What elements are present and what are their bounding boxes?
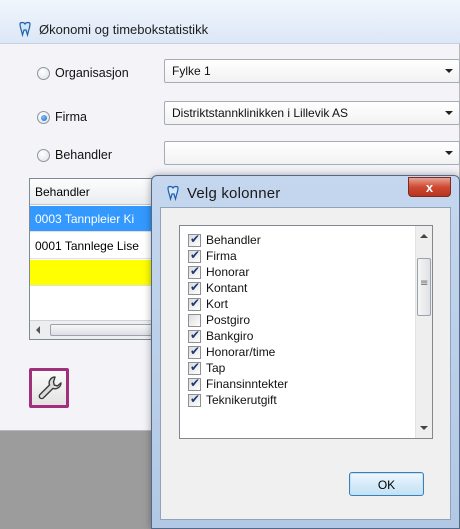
grid-cell: 0003 Tannpleier Ki (35, 212, 135, 226)
ok-button[interactable]: OK (349, 472, 424, 496)
close-icon: x (425, 180, 434, 195)
checkbox[interactable] (188, 328, 201, 343)
organisasjon-label: Organisasjon (55, 66, 129, 80)
checkbox[interactable] (188, 344, 201, 359)
scroll-thumb[interactable] (417, 258, 431, 316)
column-label: Bankgiro (206, 329, 254, 343)
chevron-down-icon (445, 151, 453, 155)
dialog-body: Behandler Firma Honorar Kontant Kort Pos… (160, 207, 451, 520)
column-label: Kort (206, 297, 229, 311)
chevron-down-icon (445, 111, 453, 115)
dialog-title: Velg kolonner (187, 185, 281, 202)
column-label: Kontant (206, 281, 248, 295)
scroll-up-icon[interactable] (420, 234, 428, 238)
organisasjon-radio[interactable] (37, 67, 50, 80)
checkbox[interactable] (188, 232, 201, 247)
behandler-radio[interactable] (37, 149, 50, 162)
checkbox[interactable] (188, 280, 201, 295)
firma-select[interactable]: Distriktstannklinikken i Lillevik AS (164, 101, 460, 125)
column-label: Teknikerutgift (206, 393, 277, 407)
chevron-down-icon (445, 69, 453, 73)
grid-cell: 0001 Tannlege Lise (35, 239, 139, 253)
checkbox[interactable] (188, 248, 201, 263)
checkbox[interactable] (188, 296, 201, 311)
checkbox[interactable] (188, 392, 201, 407)
tooth-icon (19, 21, 31, 37)
organisasjon-select-value: Fylke 1 (172, 64, 211, 78)
scroll-left-icon[interactable] (36, 326, 40, 334)
close-button[interactable]: x (408, 177, 451, 197)
organisasjon-select[interactable]: Fylke 1 (164, 59, 460, 83)
firma-label: Firma (55, 110, 87, 124)
choose-columns-dialog: Velg kolonner x Behandler Firma Honorar … (151, 175, 460, 529)
vertical-scrollbar[interactable] (415, 226, 432, 438)
settings-tool-button[interactable] (29, 368, 69, 408)
ok-button-label: OK (377, 478, 396, 492)
column-label: Firma (206, 249, 237, 263)
column-checklist[interactable]: Behandler Firma Honorar Kontant Kort Pos… (179, 225, 433, 439)
column-label: Behandler (206, 233, 261, 247)
column-label: Honorar/time (206, 345, 276, 359)
column-label: Honorar (206, 265, 250, 279)
checkbox[interactable] (188, 360, 201, 375)
column-label: Postgiro (206, 313, 251, 327)
grid-header-label: Behandler (35, 185, 90, 199)
behandler-select[interactable] (164, 141, 460, 165)
checkbox[interactable] (188, 314, 201, 327)
firma-radio[interactable] (37, 111, 50, 124)
wrench-icon (38, 376, 62, 400)
window-title-bar: Økonomi og timebokstatistikk (0, 0, 460, 44)
window-title: Økonomi og timebokstatistikk (39, 22, 209, 37)
column-label: Finansinntekter (206, 377, 289, 391)
checkbox[interactable] (188, 376, 201, 391)
scroll-down-icon[interactable] (420, 426, 428, 430)
behandler-label: Behandler (55, 148, 112, 162)
column-label: Tap (206, 361, 226, 375)
checkbox[interactable] (188, 264, 201, 279)
firma-select-value: Distriktstannklinikken i Lillevik AS (172, 106, 349, 120)
tooth-icon (167, 185, 179, 201)
